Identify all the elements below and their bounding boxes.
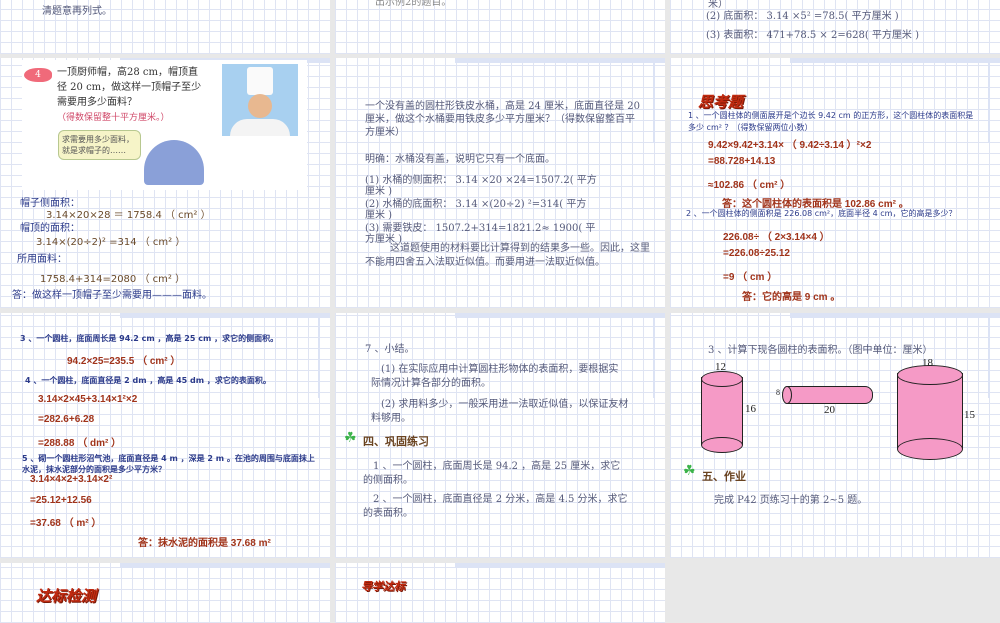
question-text: 3 、计算下现各圆柱的表面积。（图中单位：厘米） <box>708 345 933 356</box>
answer-text: 94.2×25=235.5 （ cm² ） <box>67 356 181 367</box>
slide-text: (2) 求用料多少，一般采用进一法取近似值，以保证友材料够用。 <box>371 399 629 424</box>
answer-text: 3.14×4×2+3.14×2² <box>30 474 113 485</box>
diameter-label: 8 <box>776 388 780 397</box>
answer-text: =282.6+6.28 <box>38 414 95 425</box>
slide-thumbnail-cylinders[interactable]: 3 、计算下现各圆柱的表面积。（图中单位：厘米） 12 16 8 20 18 1… <box>670 313 1000 558</box>
slide-title: 导学达标 <box>361 580 405 593</box>
answer-text: 答：它的高是 9 cm 。 <box>742 292 841 303</box>
answer-text: =9 （ cm ） <box>723 272 778 283</box>
slide-text: 1 、一个圆柱，底面周长是 94.2 ，高是 25 厘米，求它的侧面积。 <box>363 461 621 486</box>
slide-title: 达标检测 <box>36 587 97 605</box>
question-text: 5 、砌一个圆柱形沼气池，底面直径是 4 m ，深是 2 m 。在池的周围与底面… <box>22 454 315 474</box>
textbook-image: 4 一顶厨师帽，高28 cm，帽顶直径 20 cm，做这样一顶帽子至少需要用多少… <box>22 60 307 190</box>
diameter-label: 12 <box>715 361 726 373</box>
answer-text: 3.14×2×45+3.14×1²×2 <box>38 394 138 405</box>
slide-thumbnail-think[interactable]: 思考题 1 、一个圆柱体的侧面展开是个边长 9.42 cm 的正方形，这个圆柱体… <box>670 58 1000 308</box>
section-heading: 四、巩固练习 <box>363 435 429 448</box>
slide-thumbnail[interactable]: 达标检测 <box>0 563 330 623</box>
answer-text: =37.68 （ m² ） <box>30 518 102 529</box>
slide-text: (1) 水桶的侧面积： 3.14 ×20 ×24=1507.2( 平方厘米 ) <box>365 175 597 197</box>
slide-text: (1) 在实际应用中计算圆柱形物体的表面积，要根据实际情况计算各部分的面积。 <box>371 364 619 389</box>
decor-line <box>653 318 655 398</box>
slide-band <box>790 313 1000 318</box>
answer-text: =288.88 （ dm² ） <box>38 438 122 449</box>
slide-text: (2) 底面积： 3.14 ×5² =78.5( 平方厘米 ) <box>706 11 899 22</box>
clover-icon: ☘ <box>683 463 696 479</box>
clover-icon: ☘ <box>344 430 357 446</box>
problem-text: 一个没有盖的圆柱形铁皮水桶，高是 24 厘米，底面直径是 20 厘米，做这个水桶… <box>365 101 640 138</box>
slide-band <box>455 58 665 63</box>
slide-text: 这道题使用的材料要比计算得到的结果多一些。因此，这里不能用四舍五入法取近似值。而… <box>365 243 650 268</box>
question-text: 3 、一个圆柱，底面周长是 94.2 cm ，高是 25 cm ，求它的侧面积。 <box>20 334 279 343</box>
question-text: 2 、一个圆柱体的侧面积是 226.08 cm²，底面半径 4 cm，它的高是多… <box>686 209 957 218</box>
slide-band <box>455 313 665 318</box>
slide-title: 思考题 <box>698 93 744 111</box>
diameter-label: 18 <box>922 357 933 369</box>
decor-line <box>653 63 655 143</box>
question-text: 4 、一个圆柱，底面直径是 2 dm ，高是 45 dm ，求它的表面积。 <box>25 376 271 385</box>
answer-text: 答：抹水泥的面积是 37.68 m² <box>138 538 271 549</box>
answer-text: =88.728+14.13 <box>708 156 776 167</box>
boy-illustration <box>144 140 204 185</box>
slide-thumbnail-summary[interactable]: 7 、小结。 (1) 在实际应用中计算圆柱形物体的表面积，要根据实际情况计算各部… <box>335 313 665 558</box>
chef-photo <box>222 64 298 136</box>
slide-text: 3.14×(20÷2)² =314 （ cm² ） <box>36 237 186 248</box>
slide-thumbnail[interactable]: 清题意再列式。 <box>0 0 330 54</box>
speech-bubble: 求需要用多少面料，就是求帽子的…… <box>58 130 141 160</box>
height-label: 16 <box>745 403 756 415</box>
answer-text: =25.12+12.56 <box>30 495 92 506</box>
slide-band <box>455 563 665 568</box>
slide-text: (2) 水桶的底面积： 3.14 ×(20÷2) ²=314( 平方厘米 ) <box>365 199 587 221</box>
slide-thumbnail[interactable]: 出示例2的题目。 <box>335 0 665 54</box>
slide-text: 清题意再列式。 <box>42 6 112 17</box>
slide-band <box>790 58 1000 63</box>
slide-thumbnail[interactable]: 米） (2) 底面积： 3.14 ×5² =78.5( 平方厘米 ) (3) 表… <box>670 0 1000 54</box>
problem-note: （得数保留整十平方厘米。） <box>57 113 170 123</box>
decor-line <box>988 318 990 398</box>
decor-line <box>988 63 990 143</box>
slide-text: 帽顶的面积： <box>20 223 80 234</box>
slide-text: 1758.4+314=2080 （ cm² ） <box>40 274 186 285</box>
slide-text: 2 、一个圆柱，底面直径是 2 分米，高是 4.5 分米，求它的表面积。 <box>363 494 628 519</box>
answer-text: 226.08÷ （ 2×3.14×4 ） <box>723 232 830 243</box>
slide-text: 答：做这样一顶帽子至少需要用———面料。 <box>12 290 212 301</box>
height-label: 15 <box>964 409 975 421</box>
slide-thumbnail-hat[interactable]: 4 一顶厨师帽，高28 cm，帽顶直径 20 cm，做这样一顶帽子至少需要用多少… <box>0 58 330 308</box>
slide-text: 明确：水桶没有盖，说明它只有一个底面。 <box>365 154 555 165</box>
problem-badge: 4 <box>24 68 52 82</box>
slide-text: 7 、小结。 <box>365 344 415 355</box>
answer-text: =226.08÷25.12 <box>723 248 790 259</box>
slide-thumbnail-exercises[interactable]: 3 、一个圆柱，底面周长是 94.2 cm ，高是 25 cm ，求它的侧面积。… <box>0 313 330 558</box>
slide-thumbnail[interactable]: 导学达标 <box>335 563 665 623</box>
slide-text: 完成 P42 页练习十的第 2~5 题。 <box>714 495 868 506</box>
slide-text: (3) 表面积： 471+78.5 × 2=628( 平方厘米 ) <box>706 30 919 41</box>
length-label: 20 <box>824 404 835 416</box>
problem-text: 一顶厨师帽，高28 cm，帽顶直径 20 cm，做这样一顶帽子至少需要用多少面料… <box>57 67 202 108</box>
question-text: 1 、一个圆柱体的侧面展开是个边长 9.42 cm 的正方形，这个圆柱体的表面积… <box>688 111 974 132</box>
answer-text: ≈102.86 （ cm² ） <box>708 180 791 191</box>
slide-band <box>120 313 330 318</box>
section-heading: 五、作业 <box>702 470 746 483</box>
decor-line <box>318 318 320 398</box>
slide-band <box>120 563 330 568</box>
answer-text: 9.42×9.42+3.14× （ 9.42÷3.14 ）²×2 <box>708 140 872 151</box>
slide-text: 出示例2的题目。 <box>375 0 452 8</box>
slide-thumbnail-bucket[interactable]: 一个没有盖的圆柱形铁皮水桶，高是 24 厘米，底面直径是 20 厘米，做这个水桶… <box>335 58 665 308</box>
slide-text: 所用面料： <box>17 254 67 265</box>
